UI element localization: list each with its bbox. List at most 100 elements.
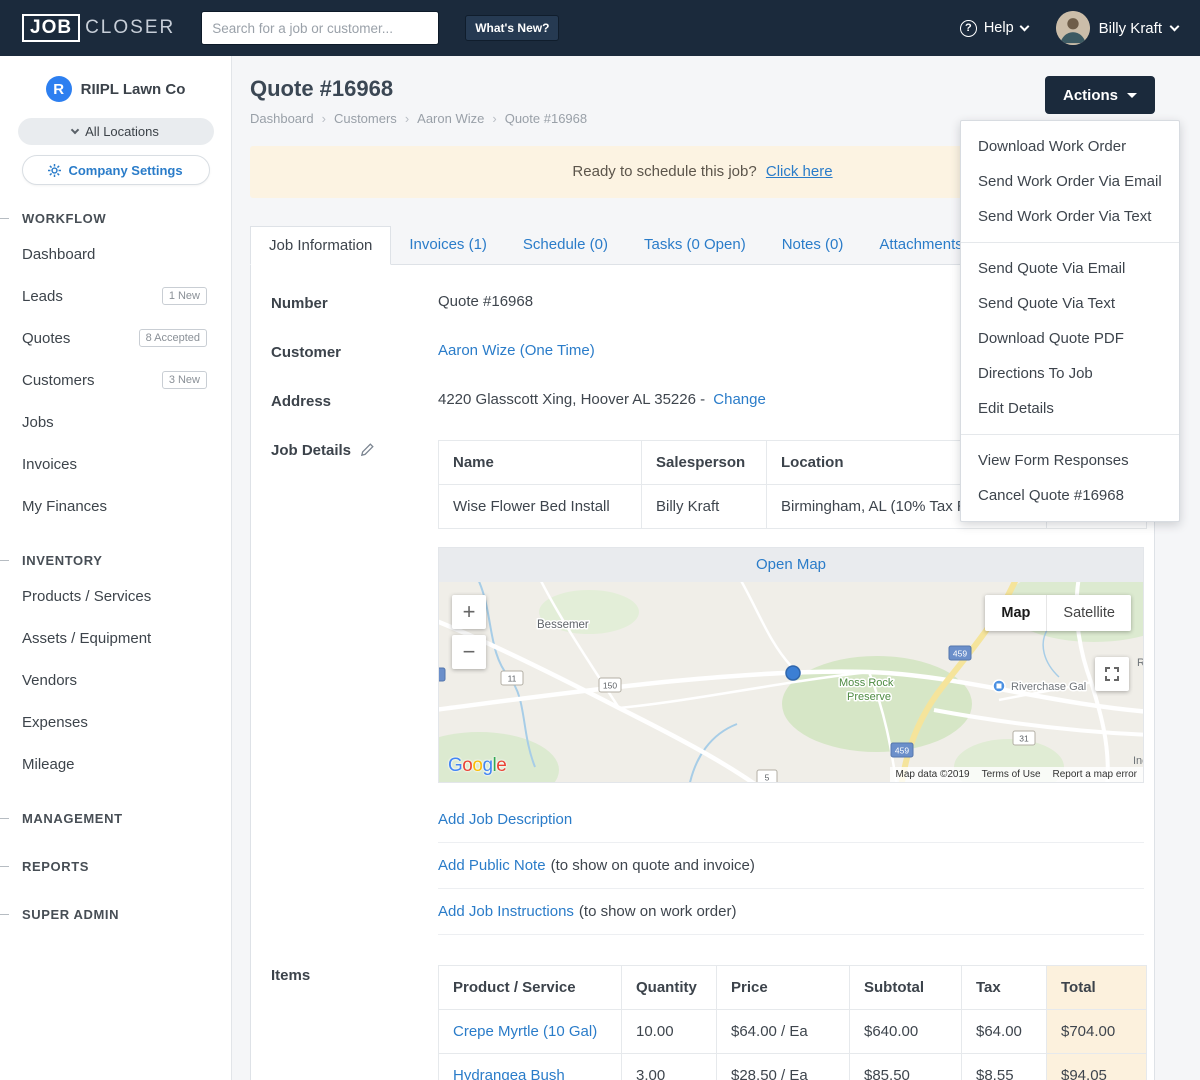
satellite-view-button[interactable]: Satellite (1046, 595, 1131, 631)
menu-download-quote-pdf[interactable]: Download Quote PDF (961, 321, 1179, 356)
sidebar-item-jobs[interactable]: Jobs (0, 401, 231, 443)
menu-directions-to-job[interactable]: Directions To Job (961, 356, 1179, 391)
tab-schedule[interactable]: Schedule (0) (505, 226, 626, 264)
add-job-instructions-link[interactable]: Add Job Instructions (438, 903, 574, 920)
menu-send-work-order-text[interactable]: Send Work Order Via Text (961, 199, 1179, 234)
open-map-link[interactable]: Open Map (756, 556, 826, 573)
sidebar-section-super-admin[interactable]: SUPER ADMIN (0, 899, 231, 929)
section-label: REPORTS (22, 858, 90, 874)
tab-notes[interactable]: Notes (0) (764, 226, 862, 264)
app-logo[interactable]: JOB CLOSER (22, 14, 175, 42)
sidebar-item-products-services[interactable]: Products / Services (0, 575, 231, 617)
zoom-out-button[interactable]: − (452, 635, 486, 669)
fullscreen-button[interactable] (1095, 657, 1129, 691)
sidebar-item-mileage[interactable]: Mileage (0, 743, 231, 785)
sidebar-item-expenses[interactable]: Expenses (0, 701, 231, 743)
sidebar-item-my-finances[interactable]: My Finances (0, 485, 231, 527)
item-product-link[interactable]: Hydrangea Bush (453, 1067, 565, 1080)
item-subtotal: $640.00 (849, 1009, 962, 1054)
sidebar-section-inventory[interactable]: INVENTORY (0, 545, 231, 575)
items-table: Product / Service Quantity Price Subtota… (438, 965, 1147, 1080)
item-quantity: 3.00 (621, 1053, 717, 1080)
section-label: WORKFLOW (22, 210, 107, 226)
actions-button[interactable]: Actions (1044, 76, 1155, 114)
menu-send-quote-text[interactable]: Send Quote Via Text (961, 286, 1179, 321)
app-root: JOB CLOSER What's New? ? Help Billy Kraf… (0, 0, 1200, 1080)
company-logo-icon: R (45, 76, 72, 102)
add-public-note-link[interactable]: Add Public Note (438, 857, 546, 874)
tab-tasks[interactable]: Tasks (0 Open) (626, 226, 764, 264)
logo-closer: CLOSER (85, 17, 176, 38)
section-label: MANAGEMENT (22, 810, 123, 826)
col-total: Total (1046, 965, 1147, 1010)
sidebar-item-quotes[interactable]: Quotes 8 Accepted (0, 317, 231, 359)
chevron-down-icon (1019, 21, 1030, 31)
sidebar-section-workflow[interactable]: WORKFLOW (0, 203, 231, 233)
location-filter-dropdown[interactable]: All Locations (17, 118, 214, 145)
svg-text:459: 459 (953, 649, 967, 659)
map-label-clipped: Ric (1137, 657, 1143, 669)
item-row: Crepe Myrtle (10 Gal) 10.00 $64.00 / Ea … (438, 1009, 1147, 1054)
customer-link[interactable]: Aaron Wize (One Time) (438, 342, 595, 359)
avatar (1055, 11, 1090, 45)
address-label: Address (271, 393, 332, 410)
banner-click-here-link[interactable]: Click here (766, 163, 833, 180)
menu-cancel-quote[interactable]: Cancel Quote #16968 (961, 478, 1179, 513)
breadcrumb-customers[interactable]: Customers (334, 111, 417, 126)
whats-new-button[interactable]: What's New? (465, 15, 560, 41)
items-label: Items (271, 967, 311, 984)
add-job-description-row: Add Job Description (438, 797, 1144, 843)
menu-divider (961, 434, 1179, 435)
add-job-description-link[interactable]: Add Job Description (438, 811, 572, 828)
item-tax: $64.00 (961, 1009, 1047, 1054)
svg-text:150: 150 (603, 681, 617, 691)
report-map-error-link[interactable]: Report a map error (1053, 769, 1137, 780)
sidebar-item-dashboard[interactable]: Dashboard (0, 233, 231, 275)
sidebar-section-management[interactable]: MANAGEMENT (0, 803, 231, 833)
sidebar-item-vendors[interactable]: Vendors (0, 659, 231, 701)
sidebar-item-customers[interactable]: Customers 3 New (0, 359, 231, 401)
map-label-clipped: Inc (1133, 755, 1143, 767)
sidebar-item-assets-equipment[interactable]: Assets / Equipment (0, 617, 231, 659)
map-data-credit: Map data ©2019 (895, 769, 970, 780)
menu-edit-details[interactable]: Edit Details (961, 391, 1179, 426)
sidebar-item-invoices[interactable]: Invoices (0, 443, 231, 485)
customer-label: Customer (271, 344, 342, 361)
address-change-link[interactable]: Change (713, 391, 766, 408)
global-search-input[interactable] (201, 11, 440, 45)
col-subtotal: Subtotal (849, 965, 962, 1010)
section-label: INVENTORY (22, 552, 103, 568)
item-total: $704.00 (1046, 1009, 1147, 1054)
menu-send-work-order-email[interactable]: Send Work Order Via Email (961, 164, 1179, 199)
item-product-link[interactable]: Crepe Myrtle (10 Gal) (453, 1023, 597, 1040)
terms-of-use-link[interactable]: Terms of Use (982, 769, 1041, 780)
col-name: Name (438, 440, 642, 485)
gear-icon (48, 163, 62, 177)
sidebar-item-leads[interactable]: Leads 1 New (0, 275, 231, 317)
item-total: $94.05 (1046, 1053, 1147, 1080)
map-canvas[interactable]: 11 150 459 459 31 5 Bessemer Moss Rock P… (439, 582, 1143, 782)
breadcrumb-aaron-wize[interactable]: Aaron Wize (417, 111, 505, 126)
company-switcher[interactable]: R RIIPL Lawn Co (0, 76, 231, 102)
company-settings-button[interactable]: Company Settings (21, 155, 210, 185)
menu-download-work-order[interactable]: Download Work Order (961, 129, 1179, 164)
pencil-icon[interactable] (361, 443, 374, 457)
zoom-controls: + − (452, 595, 486, 669)
help-menu[interactable]: ? Help (959, 19, 1030, 37)
menu-view-form-responses[interactable]: View Form Responses (961, 443, 1179, 478)
col-tax: Tax (961, 965, 1047, 1010)
sidebar-section-reports[interactable]: REPORTS (0, 851, 231, 881)
user-menu[interactable]: Billy Kraft (1055, 11, 1180, 45)
zoom-in-button[interactable]: + (452, 595, 486, 629)
page-title: Quote #16968 (250, 76, 394, 101)
section-dash (0, 218, 9, 219)
tab-invoices[interactable]: Invoices (1) (391, 226, 505, 264)
tab-job-information[interactable]: Job Information (250, 226, 392, 265)
section-dash (0, 914, 9, 915)
company-settings-label: Company Settings (68, 162, 183, 178)
item-tax: $8.55 (961, 1053, 1047, 1080)
menu-send-quote-email[interactable]: Send Quote Via Email (961, 251, 1179, 286)
breadcrumb-dashboard[interactable]: Dashboard (250, 111, 334, 126)
map-view-button[interactable]: Map (985, 595, 1047, 631)
breadcrumb-current: Quote #16968 (504, 111, 588, 126)
